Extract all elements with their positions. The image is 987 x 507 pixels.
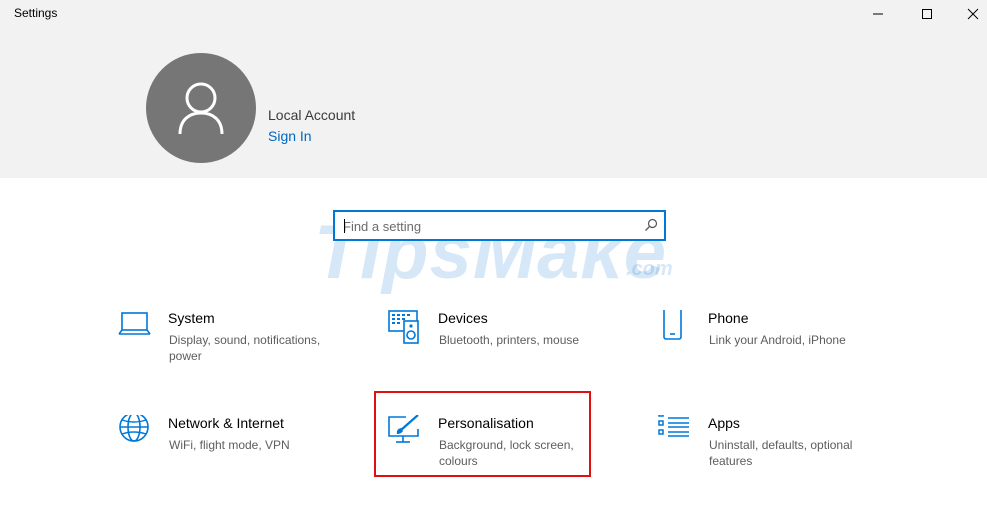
laptop-icon: [118, 312, 151, 335]
search-box[interactable]: [333, 210, 666, 241]
category-apps[interactable]: Apps Uninstall, defaults, optional featu…: [658, 415, 888, 475]
close-icon: [967, 8, 979, 20]
avatar[interactable]: [146, 53, 256, 163]
apps-list-icon: [658, 415, 689, 437]
category-title: Phone: [708, 310, 749, 326]
category-network[interactable]: Network & Internet WiFi, flight mode, VP…: [118, 415, 348, 475]
window-title: Settings: [14, 6, 58, 20]
paint-monitor-icon: [388, 415, 419, 443]
search-input[interactable]: [343, 217, 633, 235]
title-bar: Settings: [0, 0, 987, 28]
category-description: Bluetooth, printers, mouse: [439, 333, 580, 347]
text-caret: [344, 219, 345, 233]
search-icon[interactable]: [644, 218, 658, 232]
minimize-button[interactable]: [855, 0, 901, 28]
category-title: System: [168, 310, 215, 326]
phone-icon: [663, 310, 682, 340]
account-header: Local Account Sign In: [0, 28, 987, 178]
maximize-button[interactable]: [904, 0, 950, 28]
category-description: Background, lock screen, colours: [439, 438, 574, 468]
category-personalisation[interactable]: Personalisation Background, lock screen,…: [388, 415, 618, 475]
watermark-suffix-text: .com: [626, 258, 673, 280]
category-description: Uninstall, defaults, optional features: [709, 438, 853, 468]
category-devices[interactable]: Devices Bluetooth, printers, mouse: [388, 310, 618, 370]
category-description: WiFi, flight mode, VPN: [169, 438, 290, 452]
category-description: Display, sound, notifications, power: [169, 333, 321, 363]
category-description: Link your Android, iPhone: [709, 333, 846, 347]
account-name: Local Account: [268, 107, 356, 123]
category-phone[interactable]: Phone Link your Android, iPhone: [658, 310, 888, 370]
category-system[interactable]: System Display, sound, notifications, po…: [118, 310, 348, 370]
maximize-icon: [922, 9, 932, 19]
sign-in-link[interactable]: Sign In: [268, 128, 312, 144]
globe-icon: [119, 415, 149, 442]
category-title: Apps: [708, 415, 740, 431]
category-title: Personalisation: [438, 415, 534, 431]
keyboard-speaker-icon: [388, 310, 419, 344]
minimize-icon: [873, 13, 883, 15]
category-title: Network & Internet: [168, 415, 284, 431]
close-button[interactable]: [950, 0, 987, 28]
user-icon: [178, 82, 224, 135]
category-title: Devices: [438, 310, 488, 326]
